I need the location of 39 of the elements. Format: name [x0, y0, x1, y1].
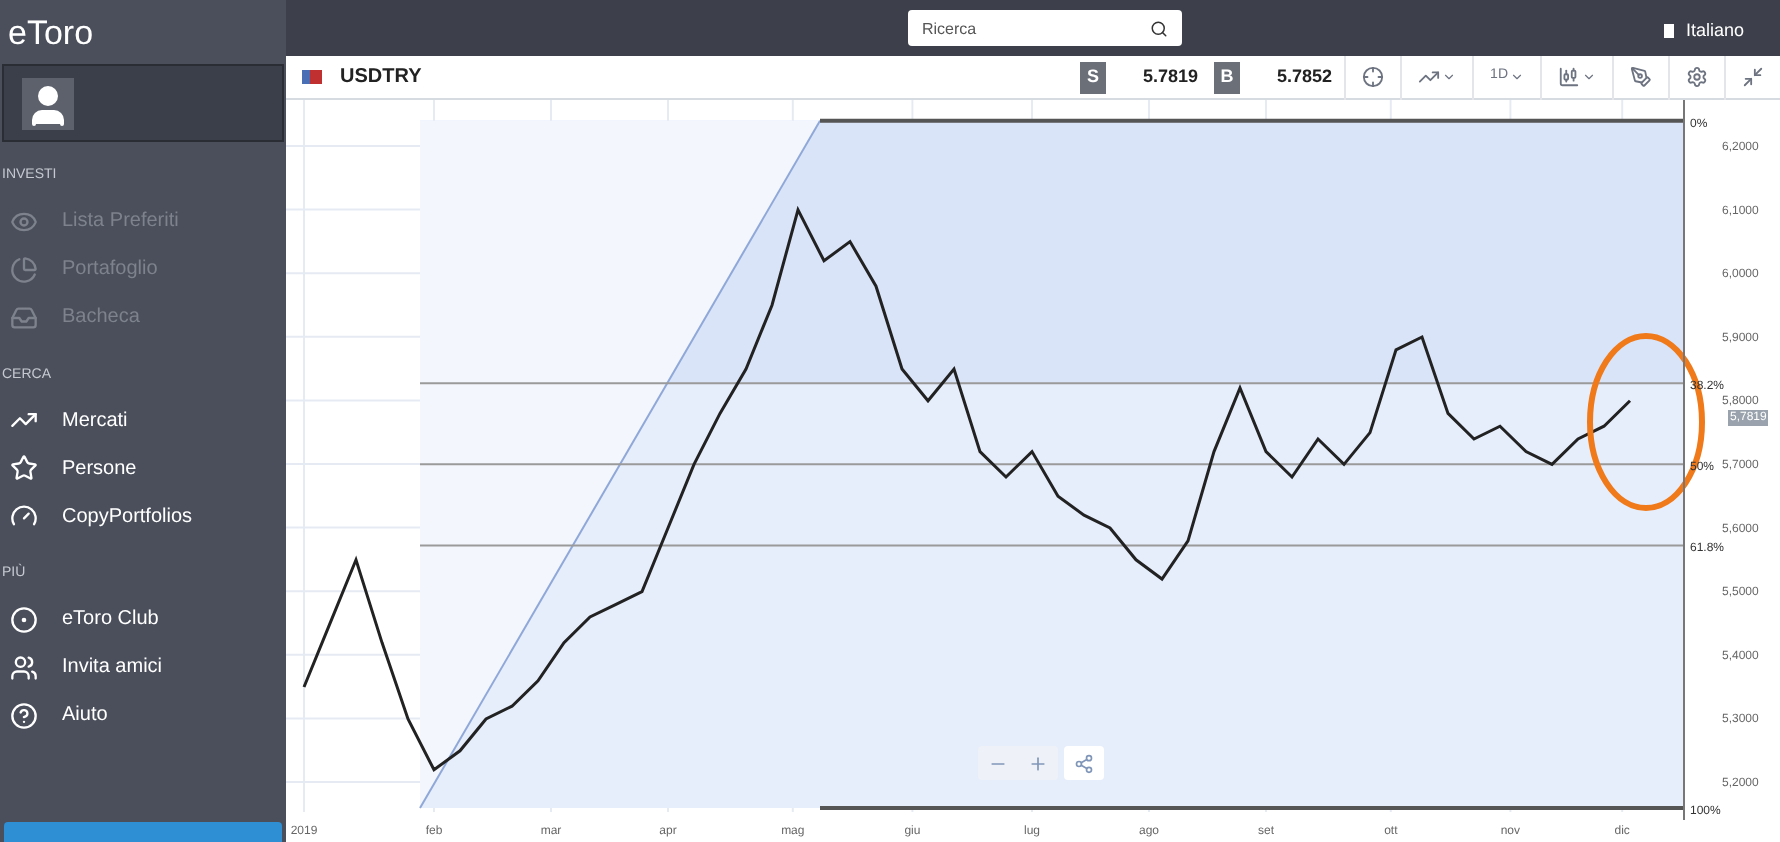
fibonacci-drawing[interactable] — [419, 118, 1685, 810]
caret-icon — [1442, 70, 1457, 84]
people-icon — [10, 653, 38, 681]
help-icon — [10, 701, 38, 729]
sidebar-item[interactable]: eToro Club — [0, 595, 286, 643]
share-icon — [1074, 753, 1094, 773]
pie-chart-icon — [10, 255, 38, 283]
caret-icon — [1582, 70, 1596, 84]
sidebar-item[interactable]: Invita amici — [0, 643, 286, 691]
buy-badge[interactable]: B — [1214, 61, 1241, 93]
pen-icon — [1630, 66, 1652, 88]
crosshair-icon — [1362, 66, 1385, 88]
gauge-icon — [10, 502, 38, 530]
language-selector[interactable]: Italiano — [1685, 18, 1744, 45]
candlestick-icon — [1558, 66, 1580, 88]
tray-icon — [10, 303, 38, 331]
sidebar-item[interactable]: Aiuto — [0, 691, 286, 739]
sell-price: 5.7819 — [1141, 63, 1201, 90]
sidebar-item[interactable]: Mercati — [0, 396, 286, 444]
sidebar-item[interactable]: CopyPortfolios — [0, 492, 286, 540]
search-field[interactable]: Ricerca — [908, 10, 1182, 46]
brand-logo[interactable]: eToro — [8, 15, 94, 49]
collapse-icon — [1742, 66, 1764, 88]
share-button[interactable] — [1064, 746, 1104, 780]
flag-icon — [1663, 24, 1674, 39]
search-icon — [1150, 19, 1168, 37]
sell-badge[interactable]: S — [1080, 61, 1107, 93]
eye-icon — [10, 207, 38, 235]
currency-flag-icon — [302, 70, 322, 84]
profile-card[interactable] — [2, 64, 284, 142]
instrument-symbol: USDTRY — [340, 64, 422, 92]
buy-price: 5.7852 — [1275, 63, 1335, 90]
trend-icon — [1418, 66, 1441, 88]
sidebar-item[interactable]: Persone — [0, 444, 286, 492]
plus-icon — [1028, 753, 1048, 773]
avatar-icon — [22, 77, 74, 129]
caret-icon — [1510, 70, 1524, 84]
star-icon — [10, 454, 38, 482]
settings-icon — [1686, 66, 1708, 88]
